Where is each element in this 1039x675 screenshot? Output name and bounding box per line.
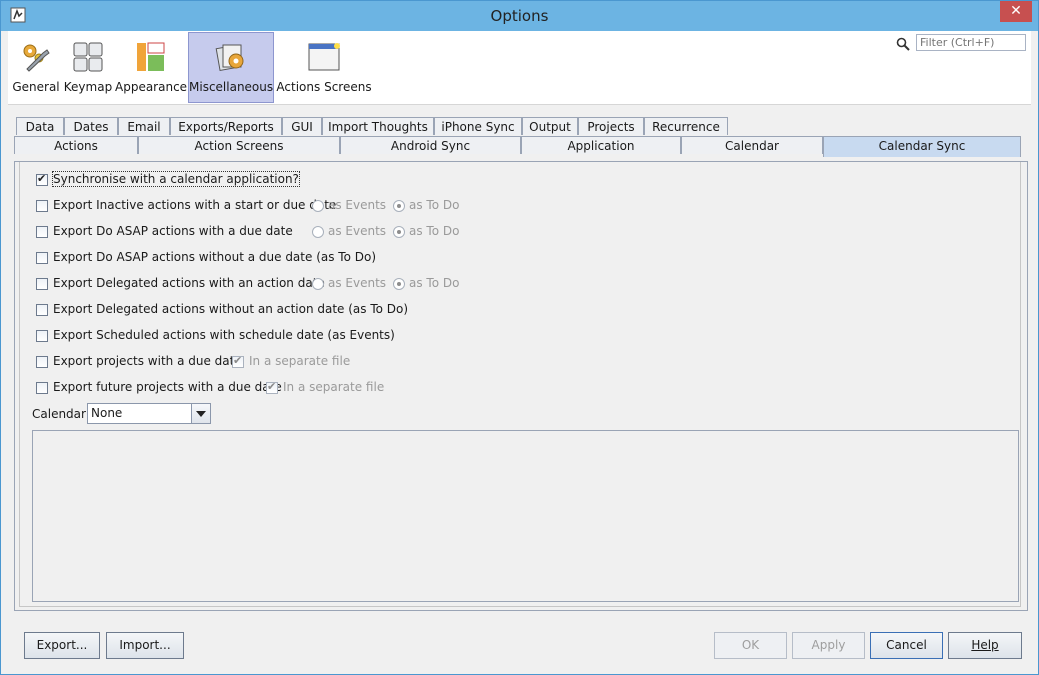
export-do-asap-no-due-checkbox[interactable] bbox=[36, 252, 48, 264]
apply-button[interactable]: Apply bbox=[792, 632, 865, 659]
options-window: Options ✕ General Keymap Appearance Misc… bbox=[0, 0, 1039, 675]
filter-input[interactable] bbox=[916, 34, 1026, 51]
client-area: General Keymap Appearance Miscellaneous … bbox=[8, 31, 1031, 667]
export-button-label: Export... bbox=[36, 638, 88, 652]
tab-calendar[interactable]: Calendar bbox=[681, 136, 823, 154]
toolbar-miscellaneous[interactable]: Miscellaneous bbox=[188, 32, 274, 103]
tab-action-screens[interactable]: Action Screens bbox=[138, 136, 340, 154]
tab-exports-reports[interactable]: Exports/Reports bbox=[170, 117, 282, 135]
export-inactive-checkbox[interactable] bbox=[36, 200, 48, 212]
toolbar-label: Actions Screens bbox=[276, 80, 372, 94]
tab-recurrence[interactable]: Recurrence bbox=[644, 117, 728, 135]
radio-label: as Events bbox=[328, 198, 387, 212]
toolbar-actions-screens[interactable]: Actions Screens bbox=[276, 33, 372, 102]
as-events-radio[interactable] bbox=[312, 278, 324, 290]
export-do-asap-due-checkbox[interactable] bbox=[36, 226, 48, 238]
tab-android-sync[interactable]: Android Sync bbox=[340, 136, 521, 154]
toolbar-label: Keymap bbox=[63, 80, 113, 94]
tab-calendar-sync[interactable]: Calendar Sync bbox=[823, 136, 1021, 157]
tab-data[interactable]: Data bbox=[16, 117, 64, 135]
toolbar-label: Appearance bbox=[115, 80, 188, 94]
tab-gui[interactable]: GUI bbox=[282, 117, 322, 135]
radio-label: as Events bbox=[328, 276, 387, 290]
option-export-projects[interactable]: Export projects with a due date In a sep… bbox=[36, 354, 376, 374]
calendar-details-area bbox=[32, 430, 1019, 602]
tab-application[interactable]: Application bbox=[521, 136, 681, 154]
search-icon bbox=[896, 37, 910, 51]
chevron-down-icon[interactable] bbox=[191, 404, 210, 423]
window-screen-icon bbox=[308, 43, 340, 71]
option-label: Synchronise with a calendar application? bbox=[52, 171, 300, 187]
toolbar-keymap[interactable]: Keymap bbox=[63, 33, 113, 102]
cancel-button[interactable]: Cancel bbox=[870, 632, 943, 659]
calendar-select[interactable]: None bbox=[87, 403, 211, 424]
option-label: Export Delegated actions without an acti… bbox=[53, 302, 409, 316]
calendar-sync-panel: Synchronise with a calendar application?… bbox=[14, 161, 1028, 611]
toolbar-general[interactable]: General bbox=[11, 33, 61, 102]
toolbar-label: Miscellaneous bbox=[189, 80, 274, 94]
keyboard-keys-icon bbox=[73, 42, 103, 72]
option-label: Export Delegated actions with an action … bbox=[53, 276, 325, 290]
calendar-label: Calendar bbox=[32, 407, 86, 421]
help-button[interactable]: Help bbox=[948, 632, 1022, 659]
option-label: Export future projects with a due date bbox=[53, 380, 282, 394]
option-export-do-asap-due[interactable]: Export Do ASAP actions with a due date a… bbox=[36, 224, 476, 244]
export-delegated-with-date-checkbox[interactable] bbox=[36, 278, 48, 290]
option-export-inactive[interactable]: Export Inactive actions with a start or … bbox=[36, 198, 476, 218]
toolbar-appearance[interactable]: Appearance bbox=[115, 33, 188, 102]
import-button-label: Import... bbox=[119, 638, 171, 652]
export-scheduled-checkbox[interactable] bbox=[36, 330, 48, 342]
category-toolbar: General Keymap Appearance Miscellaneous … bbox=[8, 31, 1031, 105]
separate-file-label: In a separate file bbox=[283, 380, 385, 394]
apply-button-label: Apply bbox=[811, 638, 846, 652]
export-delegated-no-date-checkbox[interactable] bbox=[36, 304, 48, 316]
option-label: Export Do ASAP actions without a due dat… bbox=[53, 250, 377, 264]
radio-label: as To Do bbox=[409, 198, 460, 212]
export-future-projects-checkbox[interactable] bbox=[36, 382, 48, 394]
gears-wrench-icon bbox=[23, 44, 50, 72]
separate-file-checkbox[interactable] bbox=[232, 354, 244, 368]
tab-import-thoughts[interactable]: Import Thoughts bbox=[322, 117, 434, 135]
tab-email[interactable]: Email bbox=[118, 117, 170, 135]
tab-output[interactable]: Output bbox=[522, 117, 578, 135]
calendar-select-value: None bbox=[91, 406, 123, 420]
ok-button-label: OK bbox=[741, 638, 760, 652]
option-label: Export Inactive actions with a start or … bbox=[53, 198, 337, 212]
tab-iphone-sync[interactable]: iPhone Sync bbox=[434, 117, 522, 135]
close-button[interactable]: ✕ bbox=[1000, 1, 1032, 22]
as-todo-radio[interactable] bbox=[393, 200, 405, 212]
export-button[interactable]: Export... bbox=[24, 632, 100, 659]
option-label: Export projects with a due date bbox=[53, 354, 242, 368]
radio-label: as To Do bbox=[409, 276, 460, 290]
separate-file-label: In a separate file bbox=[249, 354, 351, 368]
layout-icon bbox=[137, 42, 165, 71]
export-projects-checkbox[interactable] bbox=[36, 356, 48, 368]
tab-projects[interactable]: Projects bbox=[578, 117, 644, 135]
as-todo-radio[interactable] bbox=[393, 226, 405, 238]
toolbar-label: General bbox=[12, 80, 60, 94]
synchronise-checkbox[interactable] bbox=[36, 172, 48, 186]
import-button[interactable]: Import... bbox=[106, 632, 184, 659]
option-label: Export Do ASAP actions with a due date bbox=[53, 224, 293, 238]
cancel-button-label: Cancel bbox=[886, 638, 927, 652]
radio-label: as To Do bbox=[409, 224, 460, 238]
tab-dates[interactable]: Dates bbox=[64, 117, 118, 135]
ok-button[interactable]: OK bbox=[714, 632, 787, 659]
radio-label: as Events bbox=[328, 224, 387, 238]
as-events-radio[interactable] bbox=[312, 200, 324, 212]
window-title: Options bbox=[490, 7, 549, 25]
help-button-label: Help bbox=[971, 638, 999, 652]
separate-file-checkbox[interactable] bbox=[266, 380, 278, 394]
as-events-radio[interactable] bbox=[312, 226, 324, 238]
title-bar[interactable]: Options ✕ bbox=[1, 1, 1038, 31]
option-export-future-projects[interactable]: Export future projects with a due date I… bbox=[36, 380, 396, 400]
option-label: Export Scheduled actions with schedule d… bbox=[53, 328, 395, 342]
misc-folder-icon bbox=[215, 44, 244, 71]
option-export-delegated-with-date[interactable]: Export Delegated actions with an action … bbox=[36, 276, 476, 296]
tab-actions[interactable]: Actions bbox=[14, 136, 138, 154]
as-todo-radio[interactable] bbox=[393, 278, 405, 290]
